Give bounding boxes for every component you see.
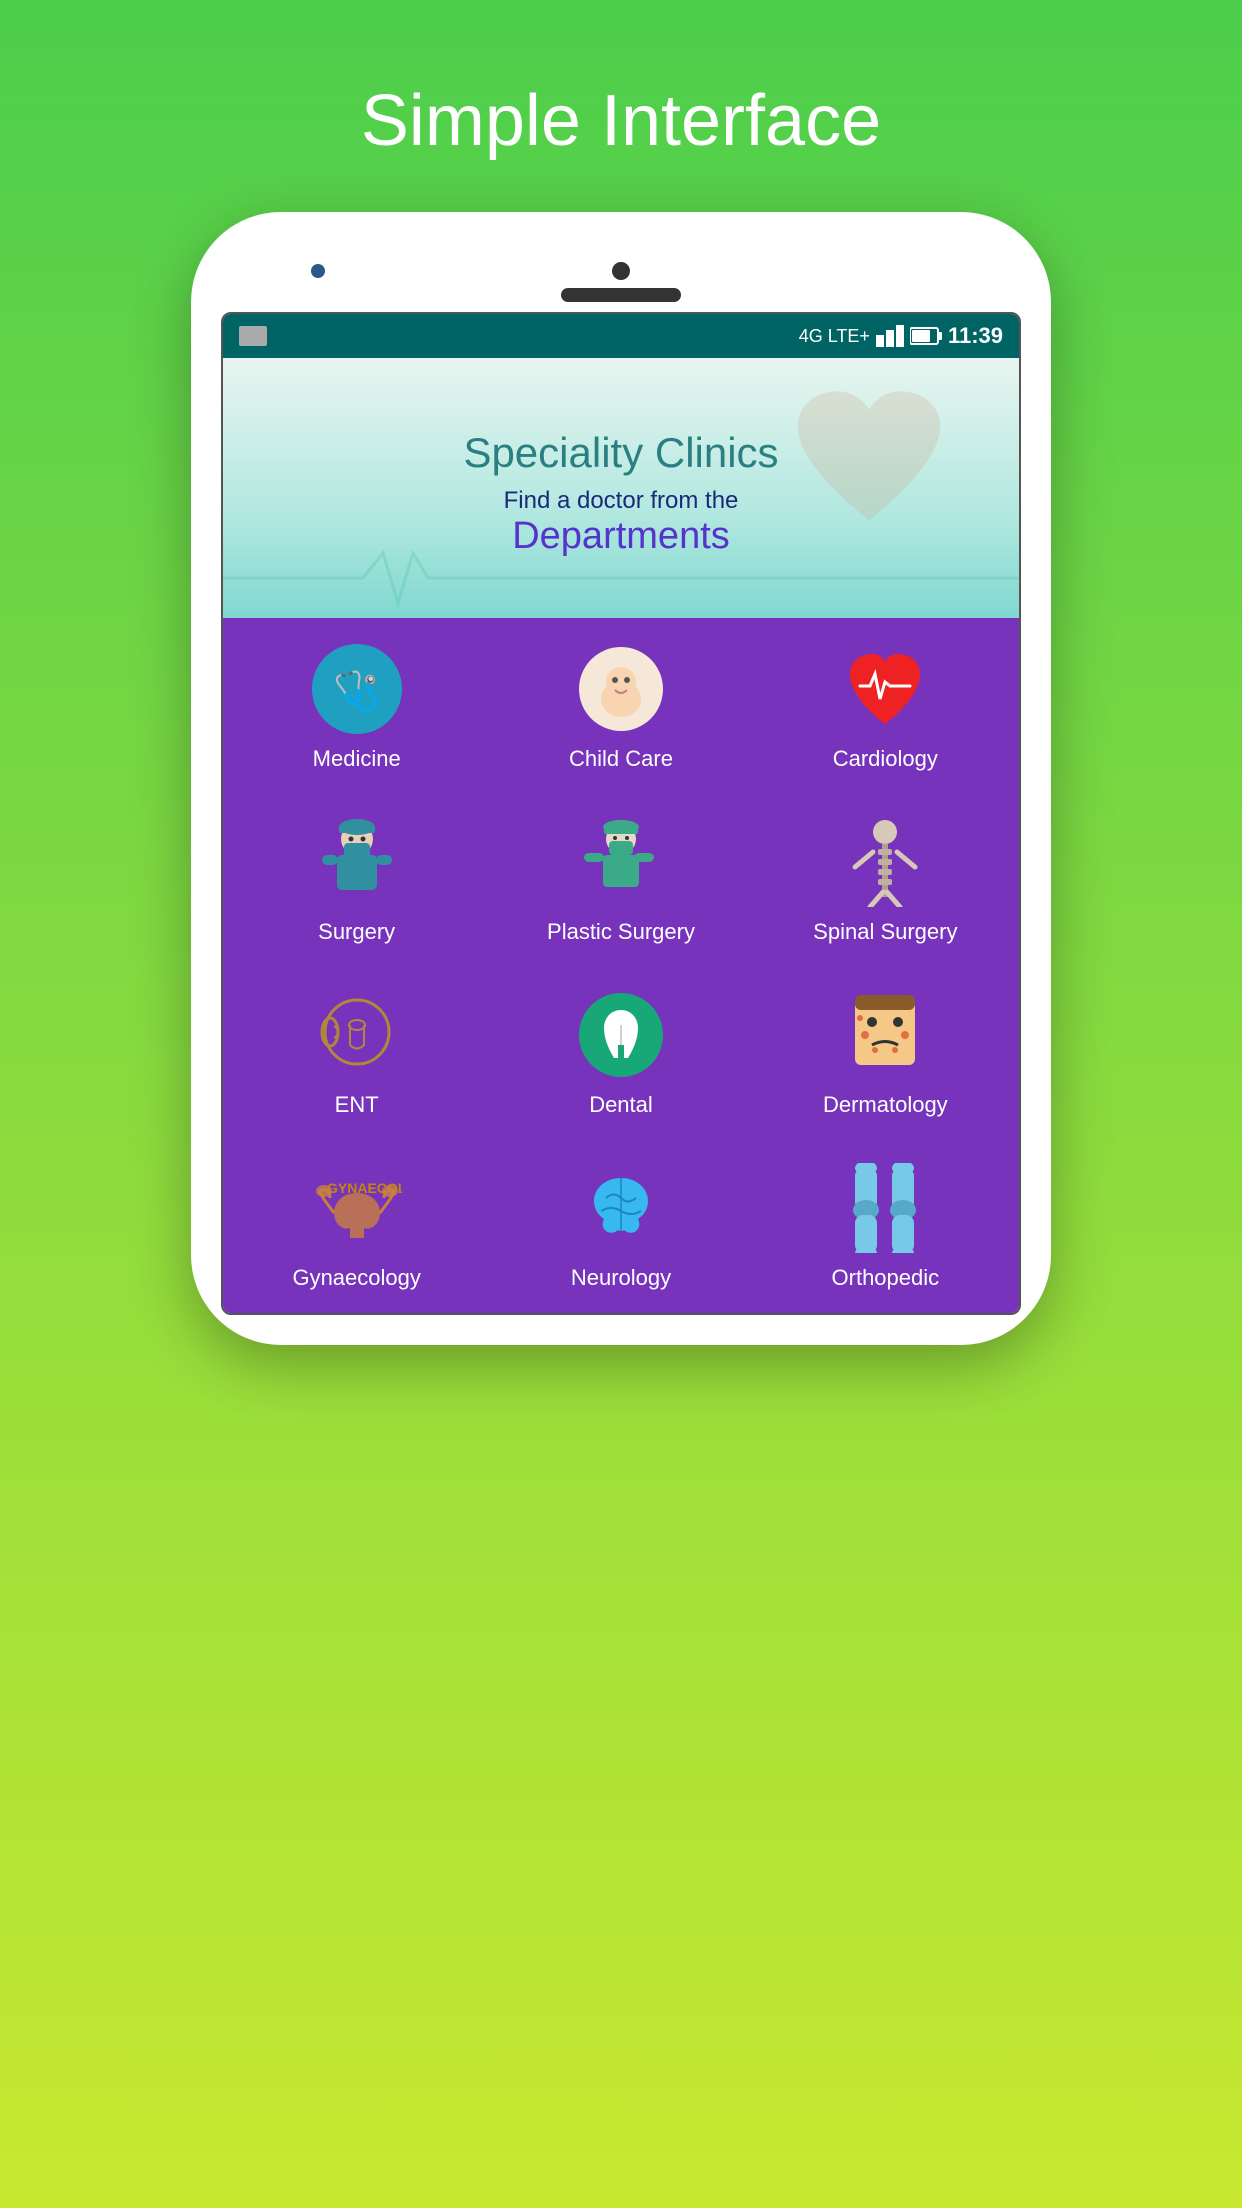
notification-icon	[239, 326, 267, 346]
orthopedic-icon	[840, 1163, 930, 1253]
surgery-label: Surgery	[318, 919, 395, 945]
gynaecology-label: Gynaecology	[292, 1265, 420, 1291]
gynaecology-icon: GYNAECOLOGY	[312, 1163, 402, 1253]
plastic-surgery-icon	[576, 817, 666, 907]
network-badge: 4G LTE+	[799, 326, 870, 347]
dental-label: Dental	[589, 1092, 653, 1118]
orthopedic-label: Orthopedic	[832, 1265, 940, 1291]
status-bar: 4G LTE+ 11:39	[223, 314, 1019, 358]
surgery-icon	[312, 817, 402, 907]
cardiology-icon	[840, 644, 930, 734]
dept-medicine[interactable]: 🩺 Medicine	[226, 621, 487, 791]
cardiology-label: Cardiology	[833, 746, 938, 772]
dept-dental[interactable]: Dental	[490, 967, 751, 1137]
ent-icon	[312, 990, 402, 1080]
dept-orthopedic[interactable]: Orthopedic	[755, 1140, 1016, 1310]
signal-icon	[876, 325, 904, 347]
medicine-icon: 🩺	[312, 644, 402, 734]
spinal-surgery-icon	[840, 817, 930, 907]
dept-dermatology[interactable]: Dermatology	[755, 967, 1016, 1137]
spinal-surgery-label: Spinal Surgery	[813, 919, 957, 945]
dept-spinal-surgery[interactable]: Spinal Surgery	[755, 794, 1016, 964]
dept-cardiology[interactable]: Cardiology	[755, 621, 1016, 791]
status-right: 4G LTE+ 11:39	[799, 323, 1003, 349]
neurology-icon	[576, 1163, 666, 1253]
child-care-label: Child Care	[569, 746, 673, 772]
phone-frame: 4G LTE+ 11:39	[191, 212, 1051, 1345]
status-left	[239, 326, 267, 346]
banner-title: Speciality Clinics	[463, 429, 778, 477]
plastic-surgery-label: Plastic Surgery	[547, 919, 695, 945]
banner-subtitle2: Departments	[512, 515, 730, 558]
dept-ent[interactable]: ENT	[226, 967, 487, 1137]
page-title: Simple Interface	[361, 80, 881, 162]
front-camera	[612, 262, 630, 280]
dermatology-icon	[840, 990, 930, 1080]
battery-icon	[910, 326, 942, 346]
departments-grid: 🩺 Medicine Child Care	[223, 618, 1019, 1313]
ent-label: ENT	[335, 1092, 379, 1118]
status-time: 11:39	[948, 323, 1003, 349]
page-header: Simple Interface	[361, 80, 881, 162]
banner-subtitle1: Find a doctor from the	[504, 487, 739, 515]
dermatology-label: Dermatology	[823, 1092, 948, 1118]
child-care-icon	[576, 644, 666, 734]
dept-plastic-surgery[interactable]: Plastic Surgery	[490, 794, 751, 964]
medicine-label: Medicine	[313, 746, 401, 772]
speaker	[561, 288, 681, 302]
heart-decoration	[779, 378, 959, 538]
phone-screen: 4G LTE+ 11:39	[221, 312, 1021, 1315]
svg-text:🩺: 🩺	[333, 669, 380, 713]
dept-neurology[interactable]: Neurology	[490, 1140, 751, 1310]
dept-child-care[interactable]: Child Care	[490, 621, 751, 791]
banner: Speciality Clinics Find a doctor from th…	[223, 358, 1019, 618]
camera-left	[311, 264, 325, 278]
dept-surgery[interactable]: Surgery	[226, 794, 487, 964]
neurology-label: Neurology	[571, 1265, 671, 1291]
dental-icon	[576, 990, 666, 1080]
dept-gynaecology[interactable]: GYNAECOLOGY Gynaecology	[226, 1140, 487, 1310]
